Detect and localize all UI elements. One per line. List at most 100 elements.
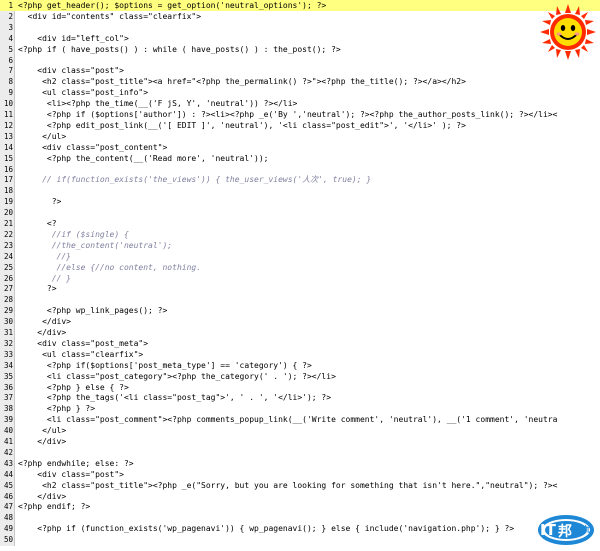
code-text[interactable]: <?php } else { ?> xyxy=(18,382,129,393)
code-line[interactable]: 40 </ul> xyxy=(0,425,600,436)
code-line[interactable]: 47 <?php endif; ?> xyxy=(0,501,600,512)
code-text[interactable]: <li><?php the_time(__('F jS, Y', 'neutra… xyxy=(18,98,297,109)
code-line[interactable]: 2 <div id="contents" class="clearfix"> xyxy=(0,11,600,22)
code-text[interactable]: <h2 class="post_title"><a href="<?php th… xyxy=(18,76,466,87)
code-text[interactable]: <ul class="post_info"> xyxy=(18,87,148,98)
code-line[interactable]: 33 <ul class="clearfix"> xyxy=(0,349,600,360)
code-line[interactable]: 17 // if(function_exists('the_views')) {… xyxy=(0,174,600,185)
code-line[interactable]: 24 //} xyxy=(0,251,600,262)
code-line[interactable]: 4 <div id="left_col"> xyxy=(0,33,600,44)
code-line[interactable]: 15 <?php the_content(__('Read more', 'ne… xyxy=(0,153,600,164)
code-text[interactable]: <div id="left_col"> xyxy=(18,33,129,44)
code-line[interactable]: 36 <?php } else { ?> xyxy=(0,382,600,393)
code-text[interactable]: <?php wp_link_pages(); ?> xyxy=(18,305,167,316)
code-text[interactable]: <?php edit_post_link(__('[ EDIT ]', 'neu… xyxy=(18,120,466,131)
code-text[interactable]: <h2 class="post_title"><?php _e("Sorry, … xyxy=(18,480,557,491)
code-text[interactable]: <?php endwhile; else: ?> xyxy=(18,458,134,469)
code-text[interactable]: <? xyxy=(18,218,57,229)
code-text[interactable]: </ul> xyxy=(18,131,66,142)
code-line[interactable]: 28 xyxy=(0,294,600,305)
code-line[interactable]: 7 <div class="post"> xyxy=(0,65,600,76)
code-text[interactable]: </div> xyxy=(18,316,71,327)
code-line[interactable]: 50 xyxy=(0,534,600,545)
logo-accent-text: 邦 xyxy=(558,524,572,540)
code-text[interactable]: <?php if ( have_posts() ) : while ( have… xyxy=(18,44,341,55)
code-text[interactable]: </div> xyxy=(18,327,66,338)
code-line[interactable]: 34 <?php if($options['post_meta_type'] =… xyxy=(0,360,600,371)
code-line[interactable]: 9 <ul class="post_info"> xyxy=(0,87,600,98)
code-text[interactable]: //the_content('neutral'); xyxy=(18,240,172,251)
code-line[interactable]: 41 </div> xyxy=(0,436,600,447)
code-text[interactable]: <?php get_header(); $options = get_optio… xyxy=(18,0,326,11)
code-line[interactable]: 1 <?php get_header(); $options = get_opti… xyxy=(0,0,600,11)
code-text[interactable]: <?php endif; ?> xyxy=(18,501,90,512)
code-line[interactable]: 46 </div> xyxy=(0,491,600,502)
code-text[interactable]: ?> xyxy=(18,196,62,207)
code-text[interactable]: </div> xyxy=(18,436,66,447)
code-line[interactable]: 27 ?> xyxy=(0,283,600,294)
code-line[interactable]: 35 <li class="post_category"><?php the_c… xyxy=(0,371,600,382)
code-line[interactable]: 11 <?php if ($options['author']) : ?><li… xyxy=(0,109,600,120)
code-line[interactable]: 19 ?> xyxy=(0,196,600,207)
code-line[interactable]: 14 <div class="post_content"> xyxy=(0,142,600,153)
code-line[interactable]: 43 <?php endwhile; else: ?> xyxy=(0,458,600,469)
code-text[interactable]: // if(function_exists('the_views')) { th… xyxy=(18,174,371,185)
code-line[interactable]: 22 //if ($single) { xyxy=(0,229,600,240)
code-line[interactable]: 38 <?php } ?> xyxy=(0,403,600,414)
line-number: 44 xyxy=(3,469,13,479)
code-line[interactable]: 16 xyxy=(0,164,600,175)
code-text[interactable]: <?php } ?> xyxy=(18,403,95,414)
code-line[interactable]: 21 <? xyxy=(0,218,600,229)
code-text[interactable]: <?php if (function_exists('wp_pagenavi')… xyxy=(18,523,514,534)
code-text[interactable]: ?> xyxy=(18,283,57,294)
code-text[interactable]: <div class="post"> xyxy=(18,469,124,480)
code-text[interactable]: <div class="post"> xyxy=(18,65,124,76)
code-text[interactable]: </ul> xyxy=(18,425,66,436)
code-line[interactable]: 30 </div> xyxy=(0,316,600,327)
code-line[interactable]: 10 <li><?php the_time(__('F jS, Y', 'neu… xyxy=(0,98,600,109)
code-line[interactable]: 31 </div> xyxy=(0,327,600,338)
code-line[interactable]: 32 <div class="post_meta"> xyxy=(0,338,600,349)
line-number: 37 xyxy=(3,393,13,403)
code-editor[interactable]: 1 <?php get_header(); $options = get_opti… xyxy=(0,0,600,546)
code-line[interactable]: 23 //the_content('neutral'); xyxy=(0,240,600,251)
code-text[interactable]: <?php if ($options['author']) : ?><li><?… xyxy=(18,109,558,120)
code-text[interactable]: <?php the_content(__('Read more', 'neutr… xyxy=(18,153,269,164)
code-text[interactable]: // } xyxy=(18,273,71,284)
code-text[interactable]: <li class="post_comment"><?php comments_… xyxy=(18,414,558,425)
code-line[interactable]: 12 <?php edit_post_link(__('[ EDIT ]', '… xyxy=(0,120,600,131)
code-text[interactable]: //} xyxy=(18,251,71,262)
code-text[interactable]: //if ($single) { xyxy=(18,229,129,240)
code-text[interactable]: <div class="post_meta"> xyxy=(18,338,148,349)
line-number: 12 xyxy=(3,120,13,130)
code-line[interactable]: 13 </ul> xyxy=(0,131,600,142)
code-text[interactable]: </div> xyxy=(18,491,66,502)
code-line[interactable]: 45 <h2 class="post_title"><?php _e("Sorr… xyxy=(0,480,600,491)
code-line[interactable]: 5 <?php if ( have_posts() ) : while ( hav… xyxy=(0,44,600,55)
code-text[interactable]: <div class="post_content"> xyxy=(18,142,167,153)
code-line[interactable]: 44 <div class="post"> xyxy=(0,469,600,480)
code-line[interactable]: 20 xyxy=(0,207,600,218)
code-text[interactable]: <?php if($options['post_meta_type'] == '… xyxy=(18,360,312,371)
code-line[interactable]: 29 <?php wp_link_pages(); ?> xyxy=(0,305,600,316)
code-text[interactable]: <?php the_tags('<li class="post_tag">', … xyxy=(18,392,331,403)
code-line[interactable]: 39 <li class="post_comment"><?php commen… xyxy=(0,414,600,425)
code-line[interactable]: 26 // } xyxy=(0,273,600,284)
code-text[interactable]: <li class="post_category"><?php the_cate… xyxy=(18,371,336,382)
code-line[interactable]: 25 //else {//no content, nothing. xyxy=(0,262,600,273)
line-number: 34 xyxy=(3,360,13,370)
code-line[interactable]: 42 xyxy=(0,447,600,458)
code-line[interactable]: 49 <?php if (function_exists('wp_pagenav… xyxy=(0,523,600,534)
code-line[interactable]: 37 <?php the_tags('<li class="post_tag">… xyxy=(0,392,600,403)
code-line[interactable]: 18 xyxy=(0,185,600,196)
code-line[interactable]: 3 xyxy=(0,22,600,33)
code-line[interactable]: 6 xyxy=(0,55,600,66)
code-line[interactable]: 48 xyxy=(0,512,600,523)
code-line[interactable]: 8 <h2 class="post_title"><a href="<?php … xyxy=(0,76,600,87)
code-text[interactable]: <ul class="clearfix"> xyxy=(18,349,143,360)
code-text[interactable]: <div id="contents" class="clearfix"> xyxy=(18,11,201,22)
logo-it-text: IT xyxy=(540,521,556,539)
code-text[interactable]: //else {//no content, nothing. xyxy=(18,262,202,273)
line-number: 22 xyxy=(3,229,13,239)
line-number: 6 xyxy=(8,55,13,65)
